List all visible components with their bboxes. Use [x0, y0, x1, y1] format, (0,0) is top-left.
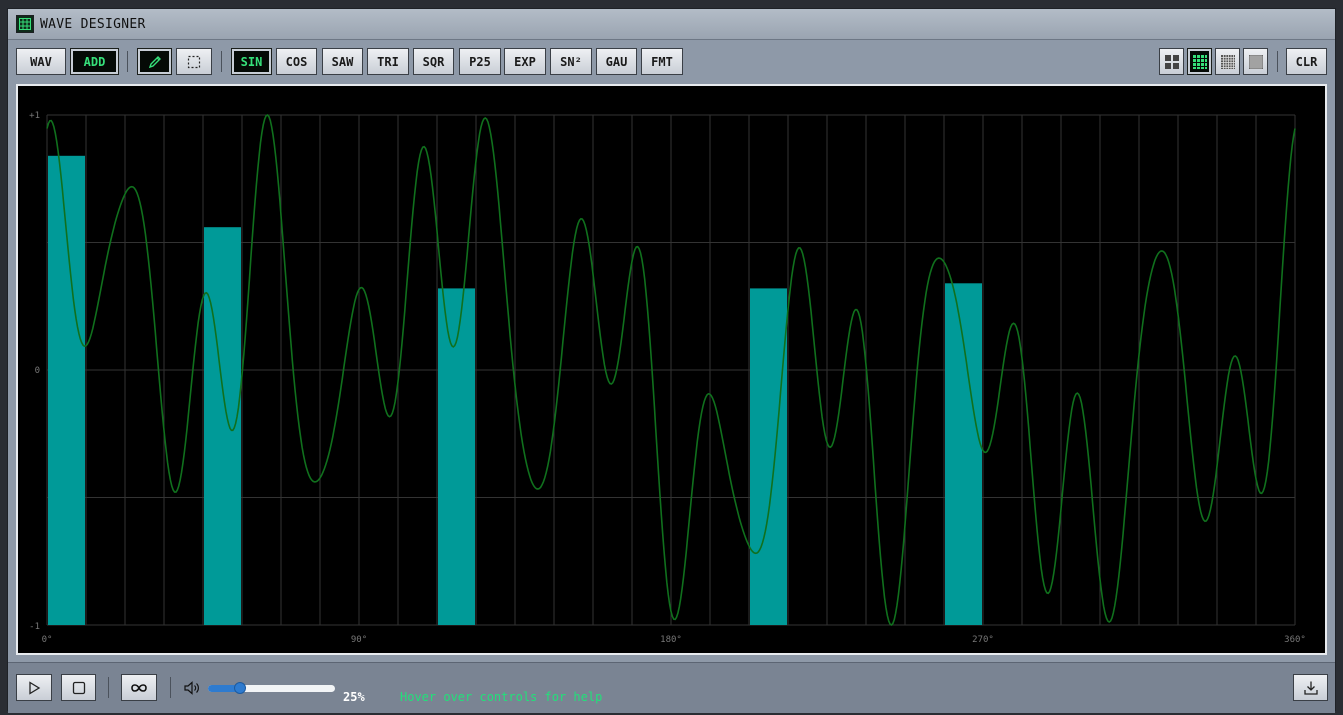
download-icon: [1303, 681, 1318, 695]
wave-gau-button[interactable]: GAU: [596, 48, 637, 75]
waveform-canvas[interactable]: +1 0 -1 0° 90° 180° 270° 360°: [16, 84, 1327, 655]
wav-mode-button[interactable]: WAV: [16, 48, 66, 75]
grid-6x6-icon: [1220, 54, 1235, 69]
transport-bar: 25% Hover over controls for help: [8, 662, 1335, 713]
add-mode-button[interactable]: ADD: [70, 48, 119, 75]
grid-8x8-icon: [1248, 54, 1263, 69]
grid-4x4-button[interactable]: [1187, 48, 1212, 75]
select-tool-button[interactable]: [176, 48, 212, 75]
clear-button[interactable]: CLR: [1286, 48, 1327, 75]
x-label-360: 360°: [1284, 635, 1306, 645]
volume-value: 25%: [343, 690, 365, 704]
help-text: Hover over controls for help: [400, 690, 603, 704]
window-title: WAVE DESIGNER: [40, 16, 146, 32]
y-label-mid: 0: [35, 366, 40, 376]
x-label-180: 180°: [660, 635, 682, 645]
harmonic-bar[interactable]: [750, 288, 787, 625]
wave-sn2-button[interactable]: SN²: [550, 48, 592, 75]
speaker-icon: [184, 681, 199, 695]
toolbar-separator: [127, 51, 128, 72]
toolbar-separator: [1277, 51, 1278, 72]
toolbar: WAV ADD SIN COS SAW TRI SQR P25 EXP SN² …: [8, 40, 1335, 84]
pencil-tool-button[interactable]: [137, 48, 172, 75]
stop-button[interactable]: [61, 674, 96, 701]
y-label-top: +1: [29, 111, 40, 121]
stop-icon: [72, 681, 85, 694]
wave-cos-button[interactable]: COS: [276, 48, 317, 75]
grid-2x2-icon: [1164, 54, 1179, 69]
grid-8x8-button[interactable]: [1243, 48, 1268, 75]
wave-exp-button[interactable]: EXP: [504, 48, 546, 75]
wave-tri-button[interactable]: TRI: [367, 48, 409, 75]
wave-saw-button[interactable]: SAW: [322, 48, 363, 75]
wave-fmt-button[interactable]: FMT: [641, 48, 683, 75]
title-bar: WAVE DESIGNER: [8, 9, 1335, 40]
x-label-0: 0°: [42, 635, 53, 645]
x-label-270: 270°: [972, 635, 994, 645]
loop-button[interactable]: [121, 674, 157, 701]
grid-2x2-button[interactable]: [1159, 48, 1184, 75]
export-button[interactable]: [1293, 674, 1328, 701]
bottom-separator: [170, 677, 171, 698]
play-button[interactable]: [16, 674, 52, 701]
select-rect-icon: [187, 55, 201, 68]
y-label-bottom: -1: [29, 622, 40, 632]
volume-thumb[interactable]: [233, 682, 246, 694]
grid-icon: [16, 15, 34, 33]
wave-sqr-button[interactable]: SQR: [413, 48, 454, 75]
x-label-90: 90°: [351, 635, 367, 645]
toolbar-separator: [221, 51, 222, 72]
volume-slider[interactable]: [208, 685, 335, 692]
loop-icon: [131, 683, 147, 692]
wave-sin-button[interactable]: SIN: [231, 48, 272, 75]
play-icon: [29, 680, 41, 695]
grid-6x6-button[interactable]: [1215, 48, 1240, 75]
bottom-separator: [108, 677, 109, 698]
grid-4x4-icon: [1192, 54, 1207, 69]
wave-designer-window: WAVE DESIGNER WAV ADD SIN COS SAW TRI SQ…: [7, 8, 1336, 713]
wave-p25-button[interactable]: P25: [459, 48, 501, 75]
pencil-icon: [148, 55, 161, 68]
harmonic-bar[interactable]: [945, 283, 982, 625]
